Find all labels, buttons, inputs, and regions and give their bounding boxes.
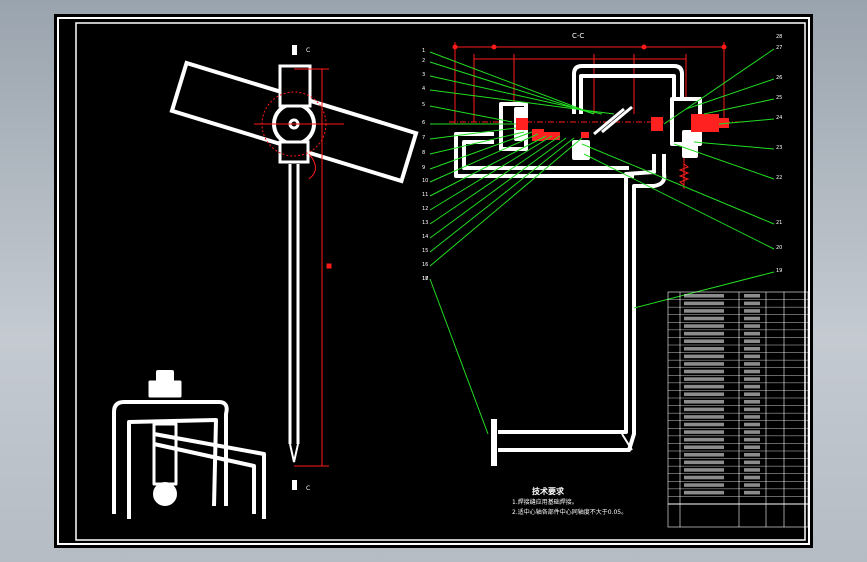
notes-title: 技术要求: [532, 487, 564, 496]
bom-cell-text: [744, 392, 760, 396]
bom-cell-text: [744, 369, 760, 374]
callout-9: 9: [422, 165, 426, 171]
bom-cell-text: [684, 422, 724, 427]
callout-22: 22: [776, 175, 783, 181]
bom-cell-text: [684, 490, 724, 495]
callout-28: 28: [776, 34, 783, 40]
isometric-view: [112, 370, 266, 519]
callout-16: 16: [422, 262, 429, 268]
bom-cell-text: [684, 445, 724, 449]
bom-cell-text: [684, 483, 724, 487]
callout-15: 15: [422, 248, 429, 254]
callout-7: 7: [422, 135, 426, 141]
callout-14: 14: [422, 234, 429, 240]
bom-cell-text: [744, 415, 760, 419]
bom-cell-text: [684, 369, 724, 374]
callout-12: 12: [422, 206, 429, 212]
bom-cell-text: [744, 422, 760, 427]
callout-3: 3: [422, 72, 426, 78]
drawing-sheet: C C C-C 技术要求 1.焊接缝应用基础焊接。 2.适中心轴各部件中心同轴度…: [54, 14, 813, 548]
callout-21: 21: [776, 220, 783, 226]
callout-23: 23: [776, 145, 783, 151]
bom-cell-text: [684, 460, 724, 465]
callout-18: 18: [422, 276, 429, 282]
callout-27: 27: [776, 45, 783, 51]
section-body: [454, 64, 702, 466]
section-mark-top: C: [306, 47, 310, 54]
callout-2: 2: [422, 58, 426, 64]
callout-1: 1: [422, 48, 426, 54]
section-title: C-C: [572, 32, 584, 40]
bom-cell-text: [744, 339, 760, 343]
bom-cell-text: [744, 445, 760, 449]
bom-cell-text: [744, 384, 760, 389]
notes-line-2: 2.适中心轴各部件中心同轴度不大于0.05。: [512, 509, 628, 516]
section-mark-bottom: C: [306, 485, 310, 492]
bom-cell-text: [684, 316, 724, 321]
bom-cell-text: [684, 301, 724, 306]
bom-cell-text: [684, 294, 724, 298]
bom-cell-text: [744, 453, 760, 457]
outer-border: [57, 17, 810, 545]
bom-cell-text: [684, 354, 724, 359]
cad-drawing: C C C-C: [57, 17, 810, 545]
callout-20: 20: [776, 245, 783, 251]
callout-26: 26: [776, 75, 783, 81]
callout-10: 10: [422, 178, 429, 184]
bom-cell-text: [684, 400, 724, 404]
bom-cell-text: [744, 407, 760, 412]
bom-cell-text: [684, 384, 724, 389]
bom-cell-text: [744, 294, 760, 298]
leader-lines: [429, 48, 775, 435]
bom-cell-text: [684, 468, 724, 472]
bom-cell-text: [684, 407, 724, 412]
bom-cell-text: [744, 400, 760, 404]
left-view: [169, 45, 419, 490]
callout-25: 25: [776, 95, 783, 101]
bom-cell-text: [744, 468, 760, 472]
bom-cell-text: [684, 415, 724, 419]
bom-cell-text: [684, 430, 724, 434]
bom-cell-text: [684, 331, 724, 336]
bom-cell-text: [744, 324, 760, 328]
callout-24: 24: [776, 115, 783, 121]
bom-cell-text: [744, 490, 760, 495]
bom-cell-text: [744, 483, 760, 487]
bom-cell-text: [684, 347, 724, 351]
bom-cell-text: [744, 430, 760, 434]
bom-cell-text: [684, 324, 724, 328]
bom-cell-text: [744, 475, 760, 480]
bom-cell-text: [744, 347, 760, 351]
callout-8: 8: [422, 150, 426, 156]
bom-cell-text: [684, 392, 724, 396]
bom-cell-text: [684, 437, 724, 442]
bom-cell-text: [744, 301, 760, 306]
callout-4: 4: [422, 86, 426, 92]
bom-cell-text: [744, 309, 760, 313]
bom-cell-text: [684, 453, 724, 457]
bom-cell-text: [744, 377, 760, 381]
callout-19: 19: [776, 268, 783, 274]
notes-line-1: 1.焊接缝应用基础焊接。: [512, 499, 578, 506]
bom-cell-text: [684, 309, 724, 313]
bom-cell-text: [744, 437, 760, 442]
callout-11: 11: [422, 192, 429, 198]
bom-cell-text: [684, 377, 724, 381]
callout-13: 13: [422, 220, 429, 226]
bom-cell-text: [744, 354, 760, 359]
bom-cell-text: [744, 460, 760, 465]
bom-cell-text: [684, 339, 724, 343]
bom-rows: [668, 294, 808, 497]
bom-cell-text: [684, 475, 724, 480]
bom-cell-text: [744, 331, 760, 336]
callout-6: 6: [422, 120, 426, 126]
bom-cell-text: [744, 316, 760, 321]
bom-cell-text: [744, 362, 760, 366]
callout-5: 5: [422, 102, 426, 108]
bom-cell-text: [684, 362, 724, 366]
